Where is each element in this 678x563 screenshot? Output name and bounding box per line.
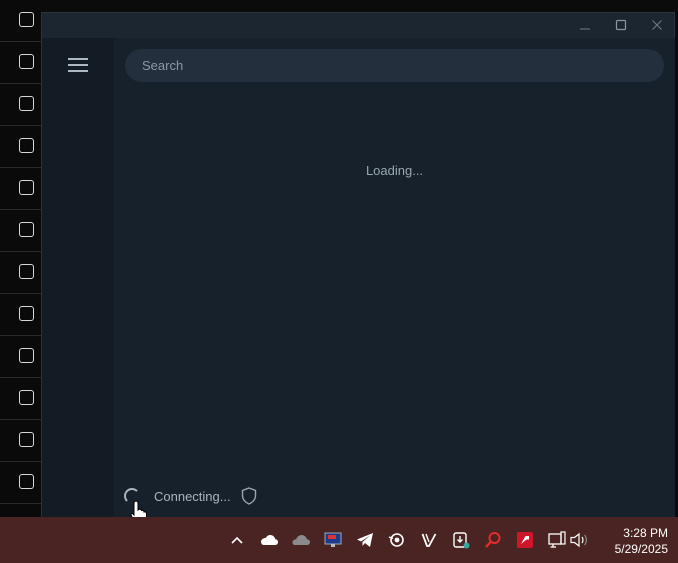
background-row	[0, 378, 41, 420]
show-hidden-icons-button[interactable]	[227, 530, 247, 550]
background-app-strip	[0, 0, 41, 517]
title-bar[interactable]	[42, 13, 674, 38]
checkbox[interactable]	[19, 474, 34, 489]
checkbox[interactable]	[19, 306, 34, 321]
checkbox[interactable]	[19, 348, 34, 363]
checkbox[interactable]	[19, 54, 34, 69]
volume-tray-button[interactable]	[569, 530, 589, 550]
taskbar: 3:28 PM 5/29/2025	[0, 517, 678, 563]
checkbox[interactable]	[19, 138, 34, 153]
app-window: Search Loading... Connecting...	[41, 12, 675, 518]
background-row	[0, 462, 41, 504]
taskbar-clock[interactable]: 3:28 PM 5/29/2025	[598, 525, 668, 557]
proxy-button[interactable]	[241, 487, 257, 505]
close-button[interactable]	[648, 17, 666, 33]
hamburger-menu-icon	[68, 58, 88, 72]
sidebar	[42, 38, 114, 518]
shield-icon	[241, 487, 256, 505]
steam-icon	[388, 533, 404, 547]
monitor-app-icon	[324, 532, 342, 547]
background-row	[0, 294, 41, 336]
download-app-icon	[453, 532, 470, 549]
background-row	[0, 252, 41, 294]
checkbox[interactable]	[19, 12, 34, 27]
cloud-icon	[292, 535, 310, 545]
network-icon	[548, 531, 566, 548]
search-app-tray-button[interactable]	[483, 530, 503, 550]
close-icon	[652, 20, 662, 30]
maximize-icon	[615, 19, 627, 31]
checkbox[interactable]	[19, 180, 34, 195]
main-panel: Search Loading... Connecting...	[114, 38, 675, 518]
v-app-tray-button[interactable]	[419, 530, 439, 550]
monitor-app-button[interactable]	[323, 530, 343, 550]
background-row	[0, 336, 41, 378]
onedrive-icon	[261, 535, 278, 545]
checkbox[interactable]	[19, 432, 34, 447]
network-tray-button[interactable]	[547, 530, 567, 550]
download-app-tray-button[interactable]	[451, 530, 471, 550]
background-row	[0, 210, 41, 252]
volume-icon	[570, 532, 587, 548]
checkbox[interactable]	[19, 96, 34, 111]
search-input[interactable]: Search	[125, 49, 664, 82]
chevron-up-icon	[231, 536, 243, 544]
minimize-icon	[580, 28, 590, 30]
clock-date: 5/29/2025	[614, 542, 668, 556]
loading-text: Loading...	[365, 163, 424, 178]
telegram-icon	[357, 533, 373, 547]
steam-tray-button[interactable]	[387, 530, 407, 550]
background-row	[0, 0, 41, 42]
amd-tray-button[interactable]	[515, 530, 535, 550]
checkbox[interactable]	[19, 222, 34, 237]
status-text: Connecting...	[154, 488, 231, 504]
v-app-icon	[421, 533, 437, 547]
amd-icon	[517, 532, 533, 548]
background-row	[0, 84, 41, 126]
background-row	[0, 168, 41, 210]
clock-time: 3:28 PM	[623, 526, 668, 540]
cloud-app-button[interactable]	[291, 530, 311, 550]
maximize-button[interactable]	[612, 17, 630, 33]
onedrive-button[interactable]	[259, 530, 279, 550]
background-row	[0, 126, 41, 168]
background-row	[0, 420, 41, 462]
menu-button[interactable]	[66, 54, 90, 76]
checkbox[interactable]	[19, 264, 34, 279]
search-app-icon	[485, 532, 501, 548]
telegram-tray-button[interactable]	[355, 530, 375, 550]
minimize-button[interactable]	[576, 17, 594, 33]
checkbox[interactable]	[19, 390, 34, 405]
background-row	[0, 42, 41, 84]
